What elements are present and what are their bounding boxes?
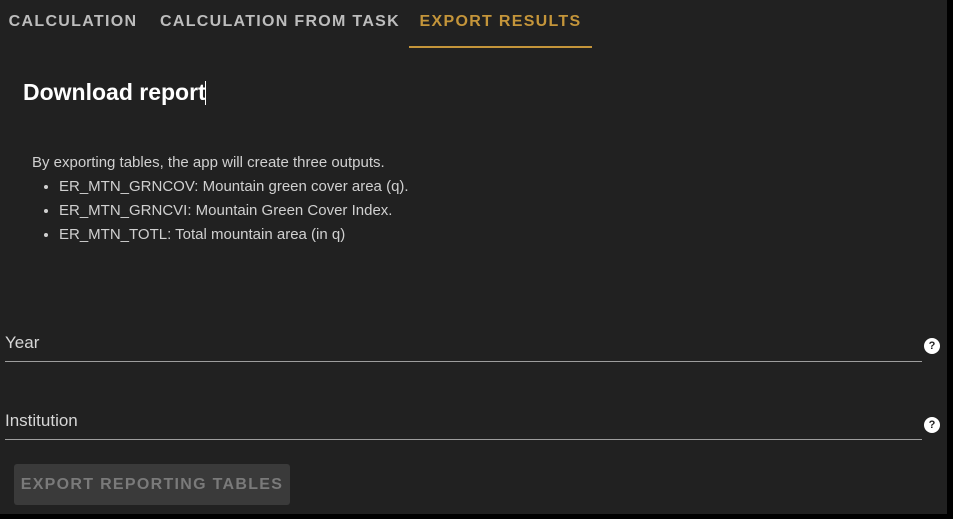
export-reporting-tables-button[interactable]: EXPORT REPORTING TABLES: [14, 464, 290, 505]
export-results-panel: CALCULATION CALCULATION FROM TASK EXPORT…: [0, 0, 947, 514]
tab-calculation-from-task[interactable]: CALCULATION FROM TASK: [152, 0, 408, 48]
page-title-text: Download report: [23, 79, 206, 105]
tab-export-results[interactable]: EXPORT RESULTS: [409, 0, 592, 48]
institution-input[interactable]: [5, 399, 922, 439]
list-item: ER_MTN_GRNCOV: Mountain green cover area…: [59, 178, 409, 202]
year-input[interactable]: [5, 321, 922, 361]
institution-field[interactable]: Institution: [5, 399, 922, 440]
tab-bar: CALCULATION CALCULATION FROM TASK EXPORT…: [0, 0, 947, 48]
year-help-icon[interactable]: ?: [924, 338, 940, 354]
outputs-list: ER_MTN_GRNCOV: Mountain green cover area…: [40, 178, 409, 250]
page-title: Download report: [23, 79, 206, 106]
list-item: ER_MTN_TOTL: Total mountain area (in q): [59, 226, 409, 250]
text-caret: [204, 81, 206, 105]
institution-help-icon[interactable]: ?: [924, 417, 940, 433]
tab-calculation[interactable]: CALCULATION: [0, 0, 146, 48]
intro-text: By exporting tables, the app will create…: [32, 154, 385, 171]
list-item: ER_MTN_GRNCVI: Mountain Green Cover Inde…: [59, 202, 409, 226]
year-field[interactable]: Year: [5, 321, 922, 362]
